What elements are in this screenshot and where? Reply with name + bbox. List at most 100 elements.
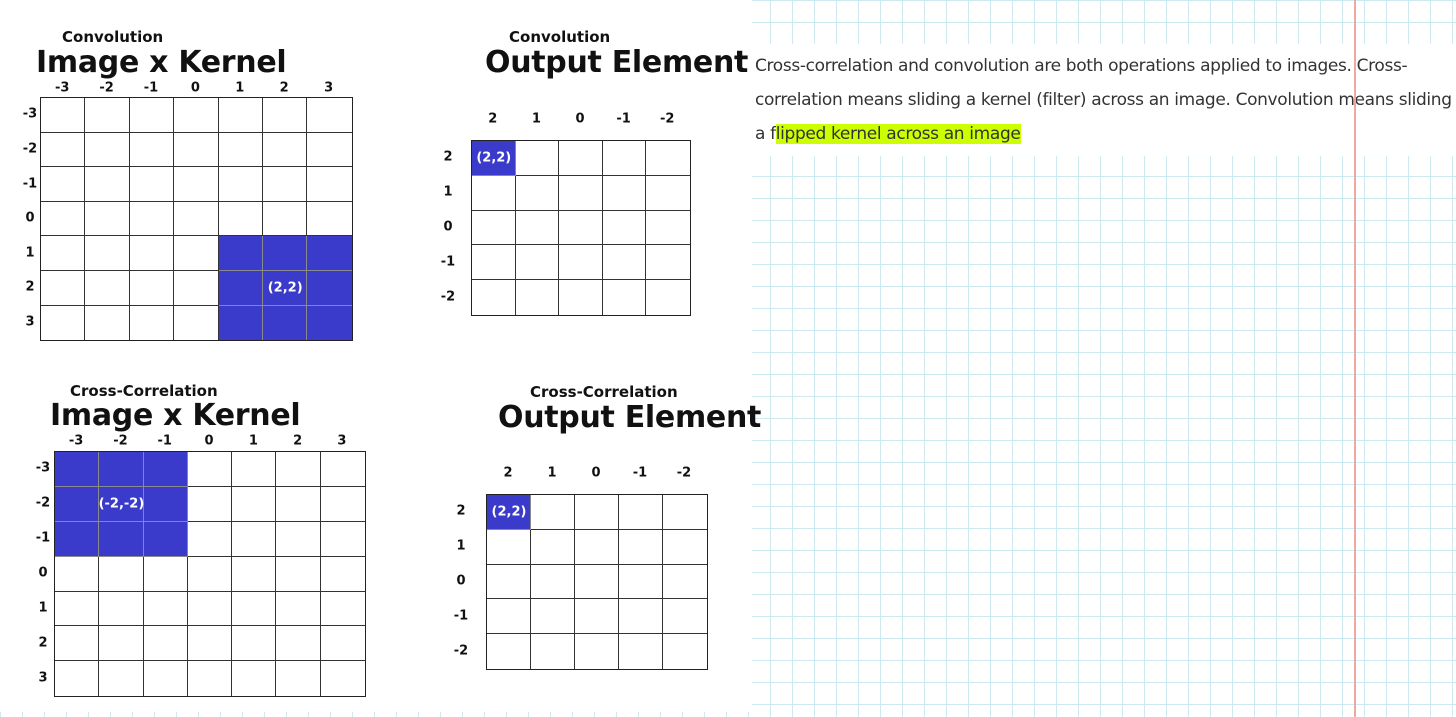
grid-cell	[320, 486, 366, 522]
output-grid	[471, 140, 691, 316]
grid-cell	[602, 141, 647, 176]
grid-cell	[99, 661, 144, 697]
highlighted-grid-cell	[307, 236, 352, 271]
grid-cell	[129, 201, 175, 237]
grid-cell	[487, 529, 531, 565]
grid-cell	[129, 132, 175, 168]
grid-cell	[41, 98, 86, 133]
column-tick-label: 0	[575, 111, 585, 127]
grid-cell	[41, 270, 86, 306]
highlight-cell-label: (2,2)	[476, 150, 512, 166]
row-tick-label: 0	[443, 219, 453, 235]
panel-title: Output Element	[485, 45, 749, 80]
grid-cell	[515, 245, 560, 281]
column-tick-label: -2	[676, 465, 692, 481]
grid-cell	[143, 556, 188, 592]
grid-cell	[307, 98, 352, 133]
row-tick-label: 0	[25, 210, 35, 226]
grid-cell	[41, 167, 86, 202]
row-tick-label: 2	[38, 635, 48, 651]
highlighted-grid-cell	[143, 521, 188, 557]
grid-cell	[174, 270, 219, 306]
row-tick-label: 2	[456, 503, 466, 519]
grid-cell	[619, 599, 663, 635]
grid-cell	[487, 634, 531, 669]
grid-cell	[531, 599, 575, 635]
grid-cell	[187, 556, 233, 592]
grid-cell	[262, 201, 308, 237]
grid-cell	[646, 245, 690, 281]
panel-caption: Convolution	[62, 28, 164, 46]
grid-cell	[619, 564, 663, 600]
highlighted-grid-cell	[218, 270, 263, 306]
grid-cell	[143, 626, 188, 662]
highlighted-grid-cell	[55, 486, 100, 522]
grid-cell	[85, 270, 130, 306]
grid-cell	[515, 141, 560, 176]
grid-cell	[232, 452, 277, 487]
grid-cell	[531, 634, 575, 669]
grid-cell	[41, 132, 86, 168]
panel-caption: Cross-Correlation	[530, 383, 678, 401]
grid-cell	[602, 245, 647, 281]
grid-cell	[99, 556, 144, 592]
grid-cell	[174, 201, 219, 237]
column-tick-label: 0	[190, 80, 200, 96]
column-tick-label: -3	[68, 433, 84, 449]
highlighted-grid-cell	[218, 236, 263, 271]
grid-cell	[559, 245, 603, 281]
grid-cell	[472, 245, 516, 281]
panel-title: Image x Kernel	[36, 45, 287, 80]
row-tick-label: 0	[38, 565, 48, 581]
grid-cell	[472, 175, 516, 211]
row-tick-label: -3	[22, 106, 38, 122]
grid-cell	[85, 201, 130, 237]
grid-cell	[85, 98, 130, 133]
grid-cell	[187, 452, 233, 487]
highlighted-grid-cell	[307, 305, 352, 341]
column-tick-label: -1	[616, 111, 631, 127]
grid-cell	[174, 236, 219, 271]
column-tick-label: 2	[279, 80, 289, 96]
highlight-cell-label: (2,2)	[491, 504, 527, 520]
panel-title: Image x Kernel	[50, 398, 301, 433]
grid-cell	[646, 210, 690, 246]
row-tick-label: -1	[453, 608, 469, 624]
grid-cell	[232, 486, 277, 522]
row-tick-label: -3	[35, 460, 51, 476]
grid-cell	[276, 556, 321, 592]
grid-cell	[129, 305, 175, 341]
grid-cell	[187, 591, 233, 627]
grid-cell	[262, 132, 308, 168]
grid-cell	[646, 141, 690, 176]
row-tick-label: 1	[38, 600, 48, 616]
grid-cell	[559, 175, 603, 211]
column-tick-label: 2	[293, 433, 303, 449]
column-tick-label: 1	[547, 465, 557, 481]
grid-cell	[663, 564, 707, 600]
grid-cell	[531, 564, 575, 600]
column-tick-label: -1	[157, 433, 172, 449]
grid-cell	[307, 201, 352, 237]
column-tick-label: 2	[488, 111, 498, 127]
note-text-highlighted: lipped kernel across an image	[775, 124, 1021, 144]
highlighted-grid-cell	[55, 452, 100, 487]
highlighted-grid-cell	[218, 305, 263, 341]
grid-cell	[320, 591, 366, 627]
grid-cell	[262, 98, 308, 133]
grid-cell	[276, 661, 321, 697]
grid-cell	[602, 280, 647, 315]
grid-cell	[619, 495, 663, 530]
grid-cell	[307, 167, 352, 202]
column-tick-label: -3	[54, 80, 70, 96]
grid-cell	[320, 661, 366, 697]
grid-cell	[320, 452, 366, 487]
grid-cell	[487, 564, 531, 600]
highlighted-grid-cell	[262, 305, 308, 341]
grid-cell	[129, 167, 175, 202]
grid-cell	[320, 521, 366, 557]
notebook-margin-line	[1354, 0, 1356, 717]
grid-cell	[472, 210, 516, 246]
grid-cell	[174, 167, 219, 202]
grid-cell	[55, 626, 100, 662]
